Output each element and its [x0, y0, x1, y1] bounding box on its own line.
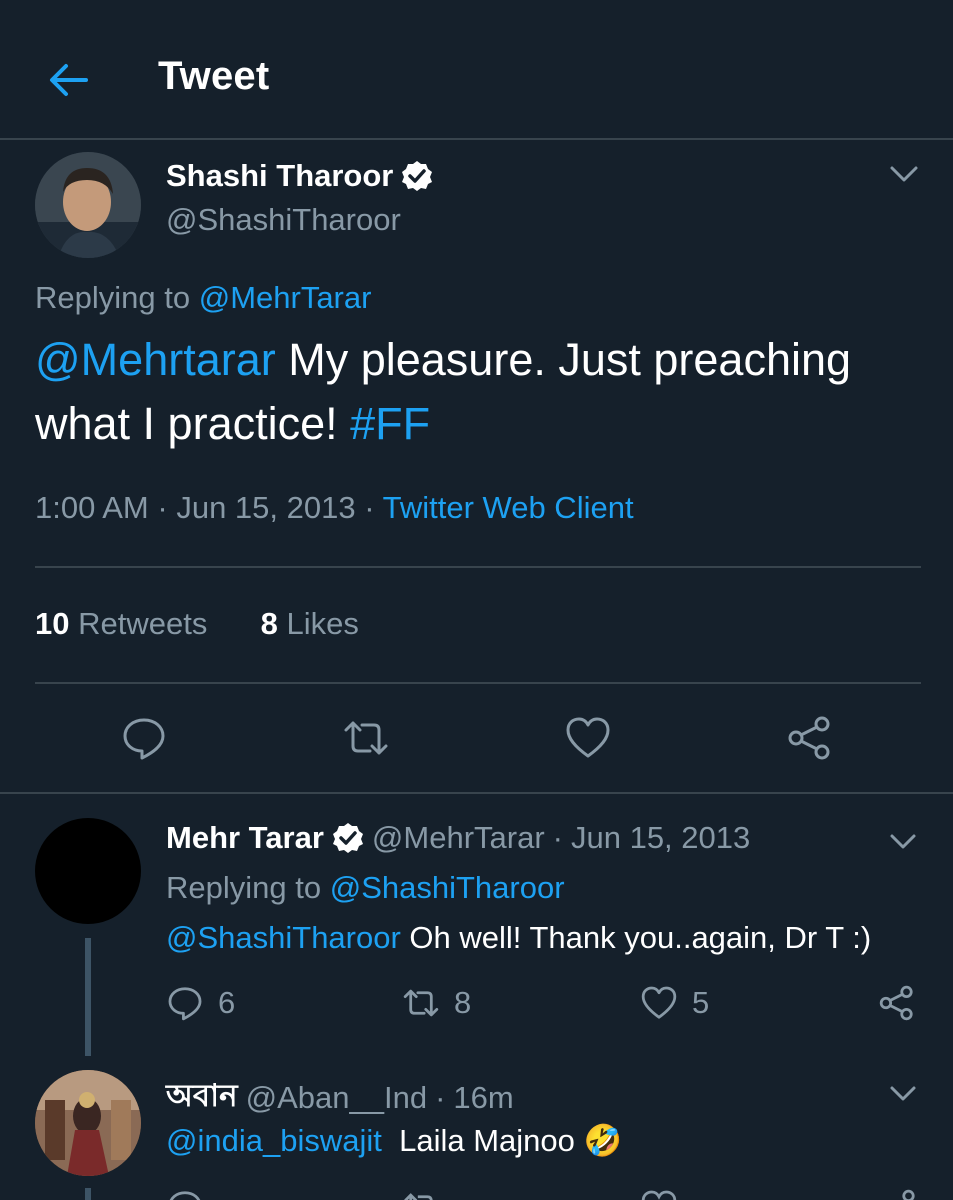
likes-stat[interactable]: 8 Likes: [261, 606, 359, 641]
heart-icon: [641, 1190, 677, 1200]
retweet-button[interactable]: 8: [402, 984, 471, 1022]
reply-body: Laila Majnoo: [381, 1123, 584, 1158]
reply-icon: [169, 1191, 201, 1200]
reply-header: Mehr Tarar @MehrTarar · Jun 15, 2013: [166, 820, 750, 856]
avatar[interactable]: [35, 1070, 141, 1176]
reply-date: 16m: [453, 1080, 514, 1115]
author-name[interactable]: Shashi Tharoor: [166, 158, 433, 194]
author-handle[interactable]: @MehrTarar: [372, 820, 545, 856]
retweets-label: Retweets: [78, 606, 208, 641]
thread-line: [85, 938, 91, 1056]
header-divider: [0, 138, 953, 140]
share-button[interactable]: [878, 984, 916, 1022]
like-button[interactable]: [564, 714, 612, 762]
chevron-down-icon: [890, 834, 916, 849]
like-count: 5: [692, 985, 710, 1020]
reply-header: অবান @Aban__Ind · 16m: [166, 1072, 514, 1124]
share-button[interactable]: [880, 1188, 920, 1200]
share-icon: [879, 985, 913, 1021]
retweets-stat[interactable]: 10 Retweets: [35, 606, 207, 641]
author-name-text: Shashi Tharoor: [166, 158, 394, 193]
reply-button[interactable]: 6: [166, 984, 235, 1022]
profile-photo: [35, 152, 141, 258]
hashtag-link[interactable]: #FF: [350, 398, 430, 449]
verified-badge-icon: [332, 823, 363, 853]
reply-body: Oh well! Thank you..again, Dr T :): [400, 920, 872, 955]
profile-photo: [35, 1070, 141, 1176]
meta-dot: ·: [364, 490, 375, 525]
replying-to: Replying to @ShashiTharoor: [166, 870, 565, 906]
share-button[interactable]: [786, 714, 834, 762]
share-icon: [788, 716, 830, 760]
like-button[interactable]: [640, 1188, 680, 1200]
thread-line: [85, 1188, 91, 1200]
author-name[interactable]: Mehr Tarar: [166, 820, 324, 856]
reply-button[interactable]: [166, 1188, 206, 1200]
arrow-left-icon: [50, 64, 88, 96]
avatar[interactable]: [35, 152, 141, 258]
reply-text: @ShashiTharoor Oh well! Thank you..again…: [166, 920, 871, 956]
retweet-icon: [404, 1193, 433, 1200]
reply-icon: [123, 718, 165, 760]
page-title: Tweet: [158, 54, 270, 98]
author-handle[interactable]: @ShashiTharoor: [166, 202, 401, 238]
more-options-button[interactable]: [886, 828, 920, 854]
likes-label: Likes: [286, 606, 359, 641]
meta-dot: ·: [552, 820, 563, 855]
replying-prefix: Replying to: [35, 280, 191, 315]
replying-to-link[interactable]: @MehrTarar: [199, 280, 372, 315]
reply-icon: [168, 987, 202, 1021]
share-icon: [902, 1189, 915, 1200]
more-options-button[interactable]: [886, 160, 922, 188]
mention-link[interactable]: @india_biswajit: [166, 1123, 382, 1158]
chevron-down-icon: [890, 166, 918, 182]
author-handle[interactable]: @Aban__Ind: [246, 1080, 427, 1116]
tweet-meta: 1:00 AM · Jun 15, 2013 · Twitter Web Cli…: [35, 490, 634, 526]
reply-count: 6: [218, 985, 236, 1020]
tweet-text: @Mehrtarar My pleasure. Just preaching w…: [35, 328, 925, 456]
verified-badge-icon: [402, 161, 433, 191]
tweet-time: 1:00 AM: [35, 490, 149, 525]
retweet-count: 8: [454, 985, 472, 1020]
meta-dot: ·: [157, 490, 168, 525]
reply-date: Jun 15, 2013: [570, 820, 751, 855]
avatar[interactable]: [35, 818, 141, 924]
divider: [0, 792, 953, 794]
more-options-button[interactable]: [886, 1080, 920, 1106]
reply-text: @india_biswajit Laila Majnoo 🤣: [166, 1122, 622, 1159]
retweet-icon: [403, 989, 439, 1017]
back-button[interactable]: [46, 60, 90, 100]
reply-button[interactable]: [120, 714, 168, 762]
retweet-button[interactable]: [342, 714, 390, 762]
laughing-emoji-icon: 🤣: [583, 1123, 623, 1158]
heart-icon: [641, 986, 677, 1019]
tweet-stats: 10 Retweets 8 Likes: [35, 606, 359, 642]
like-button[interactable]: 5: [640, 984, 709, 1022]
tweet-date: Jun 15, 2013: [176, 490, 356, 525]
meta-dot: ·: [435, 1080, 446, 1115]
retweet-button[interactable]: [402, 1188, 442, 1200]
heart-icon: [566, 717, 610, 758]
source-link[interactable]: Twitter Web Client: [383, 490, 634, 525]
replying-to-link[interactable]: @ShashiTharoor: [330, 870, 565, 905]
retweets-count: 10: [35, 606, 70, 641]
divider: [35, 566, 921, 568]
chevron-down-icon: [890, 1086, 916, 1101]
replying-to: Replying to @MehrTarar: [35, 280, 371, 316]
divider: [35, 682, 921, 684]
author-name[interactable]: অবান: [166, 1072, 238, 1124]
retweet-icon: [344, 721, 388, 755]
replying-prefix: Replying to: [166, 870, 322, 905]
mention-link[interactable]: @Mehrtarar: [35, 334, 276, 385]
mention-link[interactable]: @ShashiTharoor: [166, 920, 401, 955]
likes-count: 8: [260, 606, 278, 641]
